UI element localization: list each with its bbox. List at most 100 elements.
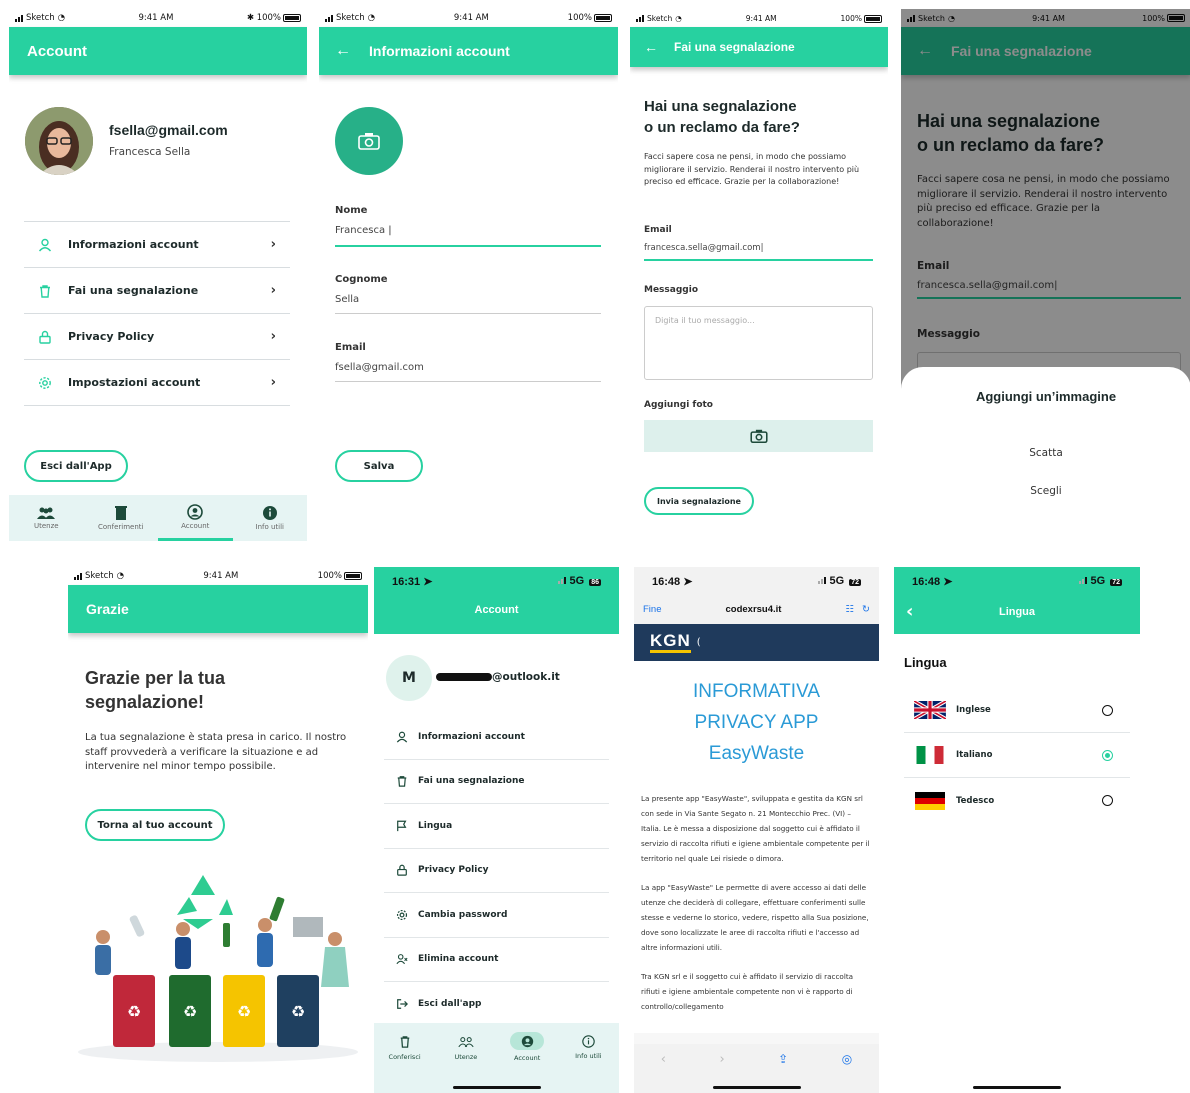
menu-item-lingua[interactable]: Lingua	[384, 804, 609, 849]
menu-item-esci[interactable]: Esci dall'app	[384, 982, 609, 1027]
status-bar: 16:31 ➤ 5G 86	[392, 575, 601, 588]
avatar: M	[386, 655, 432, 701]
page-title: Account	[27, 42, 87, 60]
privacy-page: INFORMATIVA PRIVACY APP EasyWaste La pre…	[634, 661, 879, 1033]
language-option-inglese[interactable]: Inglese	[904, 688, 1130, 733]
radio-unselected[interactable]	[1102, 795, 1113, 806]
kgn-logo: KGN	[650, 632, 691, 653]
radio-selected[interactable]	[1102, 749, 1113, 761]
thanks-heading: Grazie per la tua segnalazione!	[85, 668, 226, 712]
app-header: 16:48 ➤ 5G 72 ‹ Lingua	[894, 567, 1140, 634]
menu-item-fai-una-segnalazione[interactable]: Fai una segnalazione	[384, 760, 609, 804]
app-bar: ← Informazioni account	[319, 27, 618, 75]
menu-item-privacy-policy[interactable]: Privacy Policy ›	[24, 313, 290, 359]
bin-icon	[114, 506, 127, 520]
account-menu: Informazioni account Fai una segnalazion…	[384, 715, 609, 1027]
signal-icon	[818, 577, 827, 584]
app-header: 16:31 ➤ 5G 86 Account	[374, 567, 619, 634]
page-title: Grazie	[86, 601, 129, 617]
language-option-italiano[interactable]: Italiano	[904, 733, 1130, 778]
screen-account-ios: 16:31 ➤ 5G 86 Account M @outlook.it Info…	[374, 567, 619, 1093]
menu-item-cambia-password[interactable]: Cambia password	[384, 893, 609, 938]
menu-item-fai-una-segnalazione[interactable]: Fai una segnalazione ›	[24, 267, 290, 313]
screen-segnalazione-sheet: Sketch ◔ 9:41 AM 100% ← Fai una segnalazi…	[901, 9, 1190, 541]
language-option-tedesco[interactable]: Tedesco	[904, 778, 1130, 823]
logout-button[interactable]: Esci dall'App	[24, 450, 128, 482]
battery-icon: 86	[589, 579, 601, 586]
menu-item-informazioni-account[interactable]: Informazioni account	[384, 715, 609, 760]
svg-text:♻: ♻	[127, 1002, 141, 1021]
back-arrow-icon[interactable]: ←	[644, 39, 658, 55]
language-list: Inglese Italiano Tedesco	[904, 688, 1130, 823]
nav-tab-conferisci[interactable]: Conferisci	[374, 1035, 435, 1093]
privacy-paragraph-2: La app "EasyWaste" Le permette di avere …	[641, 883, 869, 952]
location-arrow-icon: ➤	[423, 575, 433, 588]
bluetooth-icon: ✱	[246, 13, 254, 23]
back-arrow-icon[interactable]: ←	[335, 42, 351, 60]
nome-input[interactable]: Francesca |	[335, 225, 601, 247]
avatar	[25, 107, 93, 175]
profile-name: Francesca Sella	[109, 146, 191, 158]
message-textarea[interactable]: Digita il tuo messaggio...	[644, 306, 873, 380]
home-indicator	[452, 1086, 541, 1089]
home-indicator	[712, 1086, 801, 1089]
nav-active-pill	[510, 1032, 545, 1050]
account-menu: Informazioni account › Fai una segnalazio…	[24, 221, 290, 406]
email-input[interactable]: francesca.sella@gmail.com|	[644, 243, 873, 261]
save-button[interactable]: Salva	[335, 450, 423, 482]
back-chevron-icon[interactable]: ‹	[906, 601, 930, 622]
chevron-right-icon: ›	[270, 283, 276, 298]
app-bar: ← Fai una segnalazione	[630, 27, 888, 67]
svg-text:♻: ♻	[237, 1002, 251, 1021]
back-to-account-button[interactable]: Torna al tuo account	[85, 809, 225, 841]
flag-icon	[397, 820, 407, 831]
photo-upload[interactable]	[335, 107, 403, 175]
compass-icon[interactable]: ◎	[842, 1052, 852, 1093]
battery-icon	[593, 13, 612, 22]
nav-tab-info-utili[interactable]: Info utili	[558, 1035, 619, 1093]
info-icon	[582, 1035, 595, 1048]
uk-flag-icon	[914, 701, 946, 719]
status-bar: Sketch ◔ 9:41 AM 100%	[68, 567, 368, 585]
reload-icon[interactable]: ↻	[862, 604, 870, 615]
cognome-label: Cognome	[335, 274, 388, 285]
signal-icon	[558, 577, 567, 584]
chevron-right-icon: ›	[270, 375, 276, 390]
choose-photo-option[interactable]: Scegli	[901, 485, 1190, 497]
reader-icon[interactable]: ☷	[846, 604, 855, 615]
avatar-photo	[25, 107, 93, 175]
status-bar: Sketch ◔ 9:41 AM 100%	[630, 9, 888, 27]
screen-segnalazione: Sketch ◔ 9:41 AM 100% ← Fai una segnalazi…	[630, 9, 888, 541]
radio-unselected[interactable]	[1102, 704, 1113, 716]
camera-icon	[749, 429, 768, 443]
back-chevron-icon[interactable]: ‹	[661, 1052, 666, 1093]
lock-icon	[39, 330, 51, 344]
menu-item-informazioni-account[interactable]: Informazioni account ›	[24, 221, 290, 267]
nav-tab-utenze[interactable]: Utenze	[9, 495, 84, 541]
menu-item-elimina-account[interactable]: Elimina account	[384, 938, 609, 982]
nav-tab-account[interactable]: Account	[497, 1032, 558, 1093]
submit-report-button[interactable]: Invia segnalazione	[644, 487, 754, 515]
cognome-input[interactable]: Sella	[335, 294, 601, 314]
add-photo-label: Aggiungi foto	[644, 400, 713, 410]
nav-tab-utenze[interactable]: Utenze	[435, 1035, 496, 1093]
germany-flag-icon	[915, 791, 945, 810]
privacy-title: INFORMATIVA PRIVACY APP EasyWaste	[692, 681, 821, 764]
nav-tab-info-utili[interactable]: Info utili	[233, 495, 308, 541]
nav-tab-account[interactable]: Account	[158, 495, 233, 541]
email-input[interactable]: fsella@gmail.com	[335, 362, 601, 382]
trash-icon	[400, 1036, 409, 1048]
user-icon	[38, 238, 52, 251]
battery-icon	[863, 14, 882, 23]
add-photo-button[interactable]	[644, 420, 873, 452]
done-button[interactable]: Fine	[643, 604, 661, 615]
nav-tab-conferimenti[interactable]: Conferimenti	[84, 495, 159, 541]
battery-icon	[343, 571, 362, 580]
status-bar: Sketch ◔ 9:41 AM ✱ 100%	[9, 9, 307, 27]
app-bar: Account	[9, 27, 307, 75]
menu-item-privacy-policy[interactable]: Privacy Policy	[384, 849, 609, 893]
take-photo-option[interactable]: Scatta	[901, 447, 1190, 459]
email-label: Email	[335, 342, 366, 353]
users-icon	[37, 507, 56, 519]
menu-item-impostazioni-account[interactable]: Impostazioni account ›	[24, 359, 290, 405]
